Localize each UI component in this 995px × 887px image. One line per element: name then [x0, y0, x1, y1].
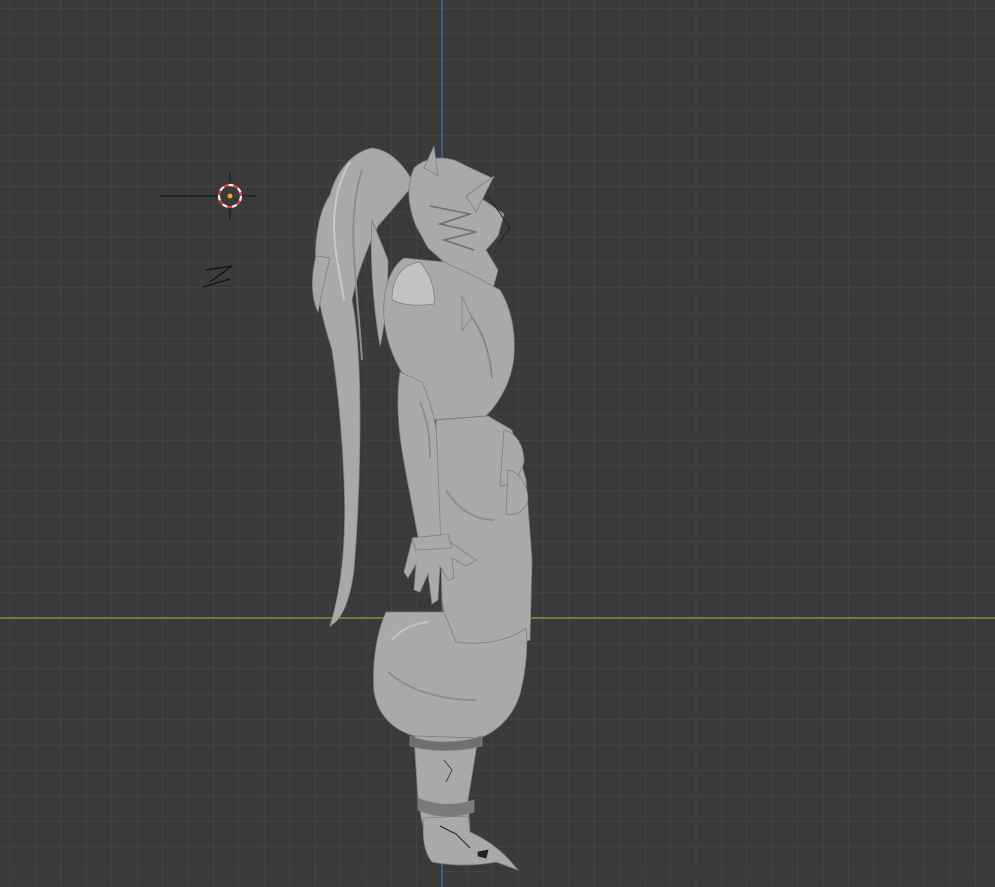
- 3d-viewport[interactable]: [0, 0, 995, 887]
- viewport-canvas[interactable]: [0, 0, 995, 887]
